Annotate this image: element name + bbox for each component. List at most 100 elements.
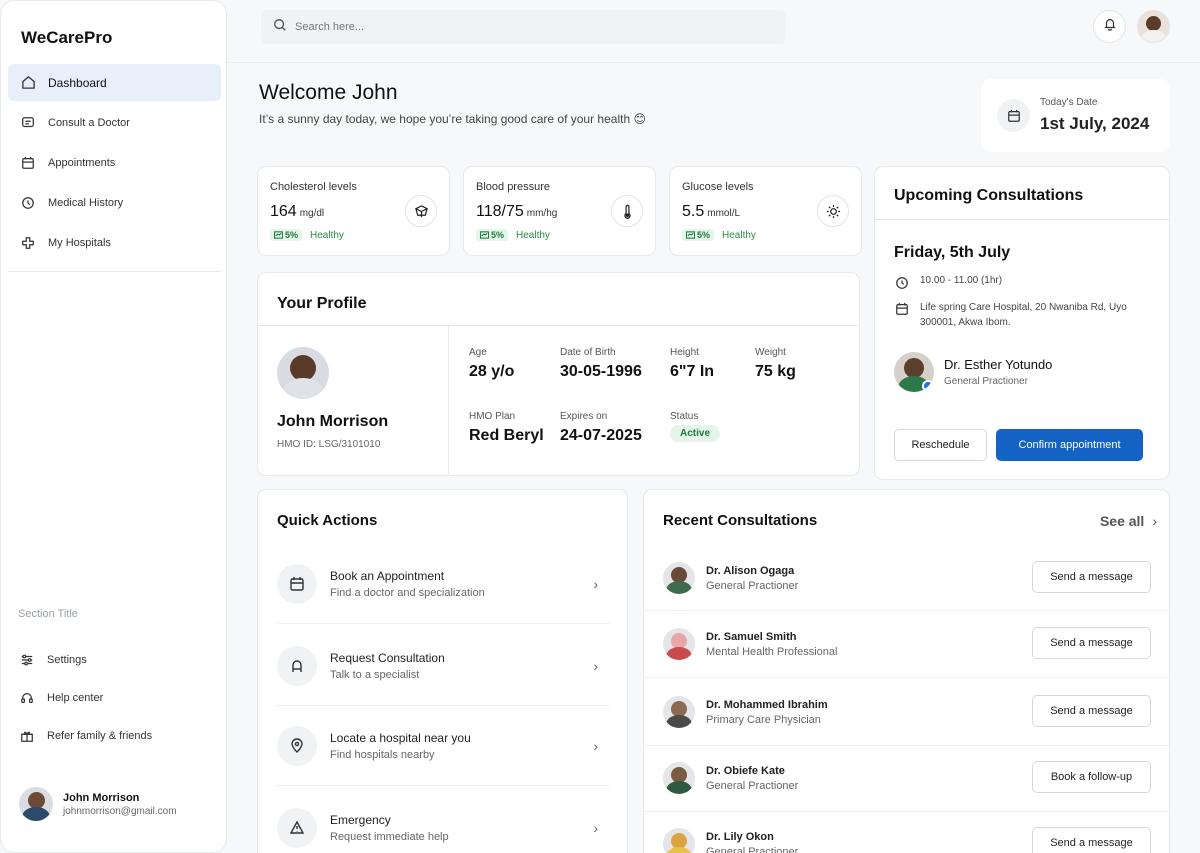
sidebar-item-appointments[interactable]: Appointments xyxy=(8,144,221,181)
profile-card: Your Profile John Morrison HMO ID: LSG/3… xyxy=(257,272,860,476)
consultation-row: Dr. Alison Ogaga General Practioner Send … xyxy=(663,556,1151,600)
consultation-row: Dr. Samuel Smith Mental Health Profession… xyxy=(663,622,1151,666)
divider xyxy=(875,219,1169,220)
metric-value: 5.5 mmol/L xyxy=(682,203,741,220)
divider xyxy=(644,677,1169,678)
chevron-right-icon: › xyxy=(1152,513,1157,529)
date-value: 1st July, 2024 xyxy=(1040,114,1150,133)
reschedule-button[interactable]: Reschedule xyxy=(894,429,987,461)
metric-label: Glucose levels xyxy=(682,181,754,193)
sidebar-divider xyxy=(8,271,221,272)
send-message-button[interactable]: Send a message xyxy=(1032,561,1151,593)
metric-card-blood-pressure: Blood pressure 118/75 mm/hg 5% Healthy xyxy=(463,166,656,256)
quick-actions-title: Quick Actions xyxy=(277,512,378,529)
doctor-avatar xyxy=(663,628,695,660)
sidebar: WeCarePro Dashboard Consult a Doctor App… xyxy=(0,0,227,853)
profile-name: John Morrison xyxy=(277,413,389,430)
user-card[interactable]: John Morrison johnmorrison@gmail.com xyxy=(19,784,209,824)
sidebar-bottom-nav: Settings Help center Refer family & frie… xyxy=(19,641,209,755)
metric-value: 118/75 mm/hg xyxy=(476,203,558,220)
upcoming-date: Friday, 5th July xyxy=(894,244,1011,261)
quick-actions: Quick Actions Book an Appointment Find a… xyxy=(257,489,628,853)
page-title: Welcome John xyxy=(259,81,398,104)
sidebar-item-consult[interactable]: Consult a Doctor xyxy=(8,104,221,141)
sidebar-item-dashboard[interactable]: Dashboard xyxy=(8,64,221,101)
hospital-icon xyxy=(20,235,36,251)
upcoming-consultations: Upcoming Consultations Friday, 5th July … xyxy=(874,166,1170,480)
metric-label: Cholesterol levels xyxy=(270,181,357,193)
sidebar-nav: Dashboard Consult a Doctor Appointments … xyxy=(8,64,221,264)
calendar-icon xyxy=(894,301,910,317)
doctor-name: Dr. Esther Yotundo xyxy=(944,357,1053,372)
consultation-row: Dr. Obiefe Kate General Practioner Book a… xyxy=(663,756,1151,800)
divider xyxy=(277,623,610,624)
divider xyxy=(448,325,449,476)
doctor-role: General Practioner xyxy=(944,376,1028,387)
field-dob: Date of Birth 30-05-1996 xyxy=(560,347,642,380)
send-message-button[interactable]: Send a message xyxy=(1032,627,1151,659)
confirm-appointment-button[interactable]: Confirm appointment xyxy=(996,429,1143,461)
field-height: Height 6"7 In xyxy=(670,347,715,380)
sidebar-item-label: Dashboard xyxy=(48,75,107,90)
metric-label: Blood pressure xyxy=(476,181,550,193)
sidebar-item-medical-history[interactable]: Medical History xyxy=(8,184,221,221)
chevron-right-icon: › xyxy=(593,820,598,836)
sidebar-item-refer[interactable]: Refer family & friends xyxy=(19,717,209,755)
send-message-button[interactable]: Send a message xyxy=(1032,827,1151,853)
divider xyxy=(644,745,1169,746)
sidebar-item-hospitals[interactable]: My Hospitals xyxy=(8,224,221,261)
sidebar-item-settings[interactable]: Settings xyxy=(19,641,209,679)
see-all-link[interactable]: See all › xyxy=(1100,513,1157,529)
send-message-button[interactable]: Send a message xyxy=(1032,695,1151,727)
metric-card-cholesterol: Cholesterol levels 164 mg/dl 5% Healthy xyxy=(257,166,450,256)
sidebar-item-help[interactable]: Help center xyxy=(19,679,209,717)
welcome-subtitle: It’s a sunny day today, we hope you’re t… xyxy=(259,112,646,126)
calendar-icon xyxy=(20,155,36,171)
divider xyxy=(277,785,610,786)
sidebar-item-label: Settings xyxy=(47,654,87,666)
alert-icon xyxy=(277,808,317,848)
profile-avatar[interactable] xyxy=(1137,10,1170,43)
brand-logo[interactable]: WeCarePro xyxy=(21,28,112,48)
bell-icon xyxy=(1103,17,1117,36)
field-age: Age 28 y/o xyxy=(469,347,515,380)
notification-button[interactable] xyxy=(1093,10,1126,43)
trend-badge: 5% xyxy=(476,229,509,241)
location-icon xyxy=(277,726,317,766)
divider xyxy=(258,325,859,326)
trend-badge: 5% xyxy=(682,229,715,241)
sidebar-item-label: Refer family & friends xyxy=(47,730,153,742)
quick-action-emergency[interactable]: Emergency Request immediate help › xyxy=(277,802,610,853)
upcoming-doctor[interactable]: Dr. Esther Yotundo General Practioner xyxy=(894,352,1052,392)
quick-action-book[interactable]: Book an Appointment Find a doctor and sp… xyxy=(277,558,610,610)
upcoming-location: Life spring Care Hospital, 20 Nwaniba Rd… xyxy=(894,301,1154,330)
metric-status: Healthy xyxy=(516,229,550,241)
sidebar-item-label: Consult a Doctor xyxy=(48,116,130,129)
quick-action-locate[interactable]: Locate a hospital near you Find hospital… xyxy=(277,720,610,772)
field-hmo-plan: HMO Plan Red Beryl xyxy=(469,411,544,444)
verified-icon xyxy=(922,380,934,392)
doctor-avatar xyxy=(894,352,934,392)
metric-status: Healthy xyxy=(310,229,344,241)
doctor-avatar xyxy=(663,762,695,794)
user-email: johnmorrison@gmail.com xyxy=(63,805,177,817)
book-follow-up-button[interactable]: Book a follow-up xyxy=(1032,761,1151,793)
metric-trend: 5% Healthy xyxy=(476,229,550,241)
field-expires: Expires on 24-07-2025 xyxy=(560,411,642,444)
sidebar-item-label: My Hospitals xyxy=(48,236,111,249)
recent-title: Recent Consultations xyxy=(663,512,818,529)
date-label: Today's Date xyxy=(1040,97,1098,108)
gift-icon xyxy=(19,728,35,744)
quick-action-consult[interactable]: Request Consultation Talk to a specialis… xyxy=(277,640,610,692)
search-bar[interactable] xyxy=(261,10,786,44)
field-status: Status Active xyxy=(670,411,721,442)
chevron-right-icon: › xyxy=(593,658,598,674)
calendar-icon xyxy=(997,99,1030,132)
profile-title: Your Profile xyxy=(277,295,367,312)
search-input[interactable] xyxy=(295,21,755,33)
user-name: John Morrison xyxy=(63,791,140,804)
doctor-avatar xyxy=(663,562,695,594)
settings-icon xyxy=(19,652,35,668)
clock-icon xyxy=(894,275,910,291)
sidebar-item-label: Medical History xyxy=(48,196,124,209)
